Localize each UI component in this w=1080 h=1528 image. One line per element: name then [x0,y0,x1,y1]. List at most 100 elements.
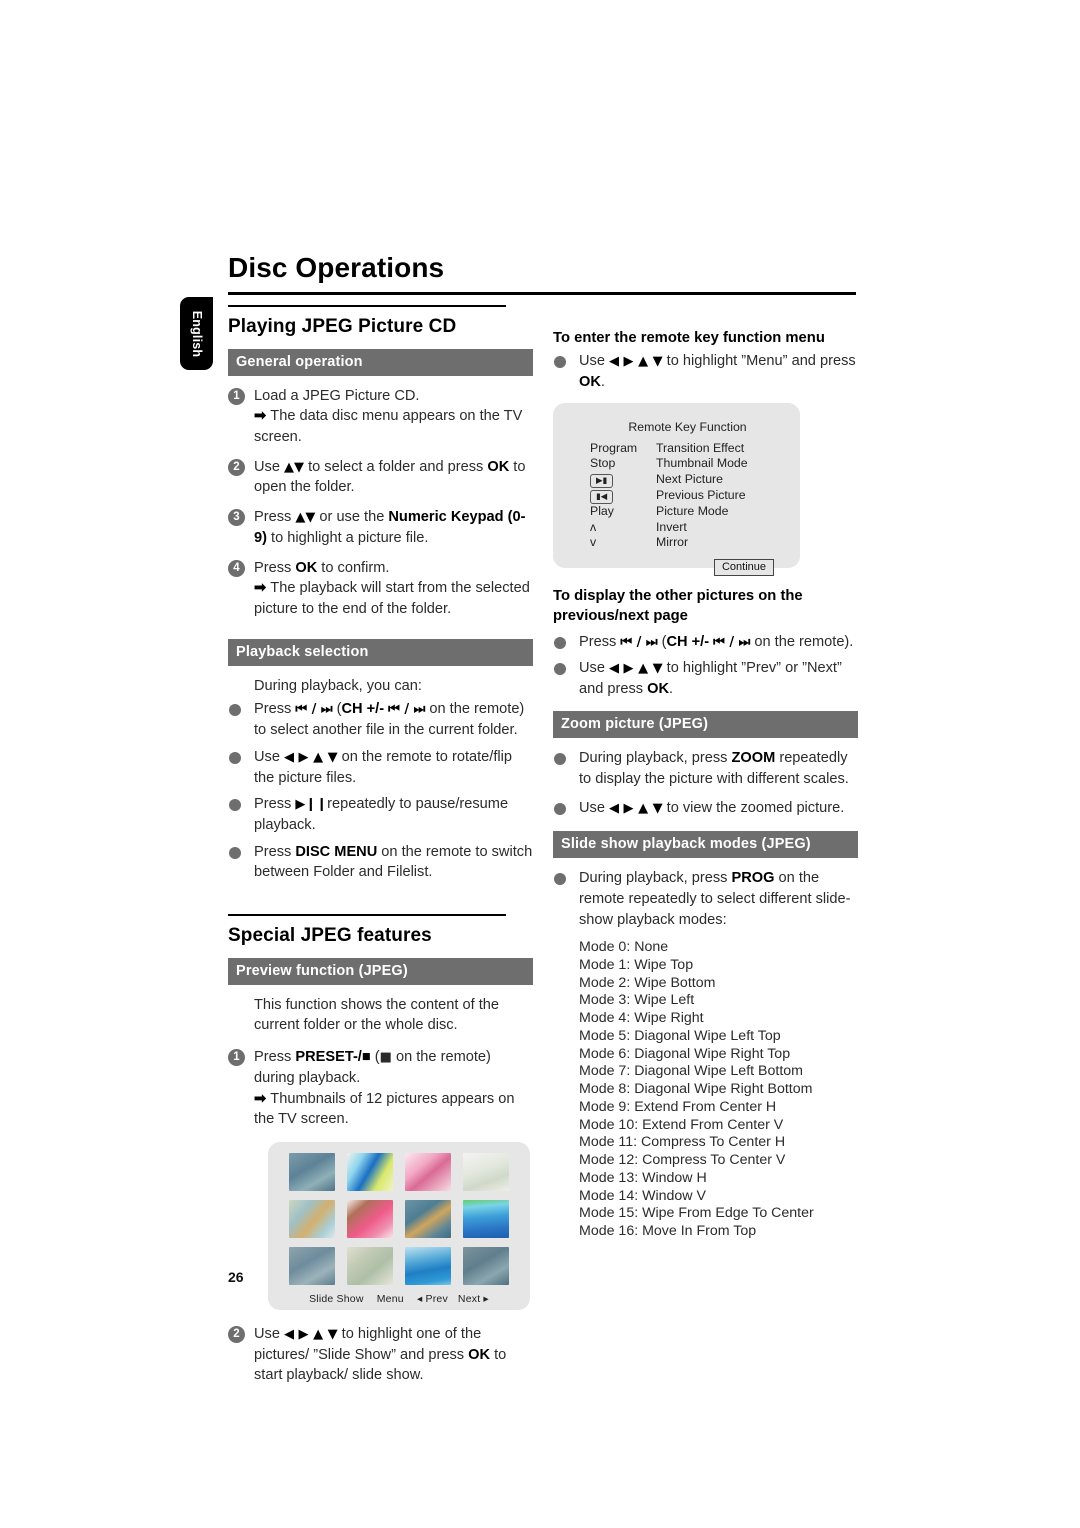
step-4: 4 Press OK to confirm. ➡ The playback wi… [228,558,533,620]
bullet-icon [554,752,566,765]
zoom-bullet-1: During playback, press ZOOM repeatedly t… [553,748,858,789]
thumbnail-item[interactable] [463,1152,509,1191]
step-3: 3 Press ▲▼ or use the Numeric Keypad (0-… [228,507,533,548]
page-number: 26 [228,1269,244,1285]
remote-key-value: Invert [656,519,687,534]
remote-key-name: Play [590,504,614,519]
left-column: Playing JPEG Picture CD General operatio… [228,305,533,1395]
thumbnail-preview-panel: Slide Show Menu ◂ Prev Next ▸ [268,1141,530,1310]
section-rule [228,914,506,916]
thumbnail-item[interactable] [347,1246,393,1285]
bar-zoom-picture: Zoom picture (JPEG) [553,710,858,738]
remote-key-value: Previous Picture [656,488,746,503]
slide-show-button[interactable]: Slide Show [309,1293,364,1305]
bullet-icon [229,799,241,812]
bullet-icon [554,663,566,676]
thumbnail-item[interactable] [289,1246,335,1285]
step-1: 1 Load a JPEG Picture CD. ➡ The data dis… [228,386,533,448]
bullet-icon [229,704,241,717]
mode-item: Mode 13: Window H [579,1169,707,1186]
bullet-icon [554,873,566,886]
playback-bullet-3: Press ▶❙❙repeatedly to pause/resume play… [228,794,533,835]
remote-key-name: v [590,535,597,550]
remote-key-row: ▶▮ Next Picture [553,472,800,489]
heading-other-pictures: To display the other pictures on the pre… [553,587,803,624]
mode-item: Mode 16: Move In From Top [579,1223,757,1240]
bullet-icon [554,636,566,649]
remote-key-name: ʌ [590,519,597,534]
remote-key-row: ▮◀ Previous Picture [553,488,800,505]
mode-item: Mode 0: None [579,939,669,956]
section-title-playing-jpeg: Playing JPEG Picture CD [228,315,457,337]
thumbnail-item[interactable] [405,1152,451,1191]
zoom-bullet-2: Use ◀ ▶ ▲ ▼ to view the zoomed picture. [553,798,858,819]
preview-intro: This function shows the content of the c… [254,996,499,1034]
other-pictures-bullet-2: Use ◀ ▶ ▲ ▼ to highlight ”Prev” or ”Next… [553,658,858,699]
remote-key-value: Next Picture [656,472,723,487]
step-text: Load a JPEG Picture CD. [254,387,420,404]
remote-key-row: Program Transition Effect [553,441,800,457]
mode-item: Mode 2: Wipe Bottom [579,974,716,991]
section-title-special-jpeg: Special JPEG features [228,924,432,946]
mode-item: Mode 6: Diagonal Wipe Right Top [579,1045,791,1062]
step-arrow-note: ➡ The playback will start from the selec… [254,580,530,617]
thumbnail-item[interactable] [463,1246,509,1285]
remote-key-row: Stop Thumbnail Mode [553,456,800,472]
mode-item: Mode 15: Wipe From Edge To Center [579,1205,814,1222]
playback-bullet-1: Press ⏮ / ⏭ (CH +/- ⏮ / ⏭ on the remote)… [228,699,533,740]
bar-slideshow-modes: Slide show playback modes (JPEG) [553,831,858,859]
page-title: Disc Operations [228,252,445,283]
playback-bullet-2: Use ◀ ▶ ▲ ▼ on the remote to rotate/flip… [228,747,533,788]
preview-step-1: 1 Press PRESET-/■ (■ on the remote) duri… [228,1047,533,1130]
bullet-icon [229,751,241,764]
remote-key-name: Program [590,440,638,455]
bar-preview-function: Preview function (JPEG) [228,957,533,985]
slideshow-mode-list: Mode 0: None Mode 1: Wipe Top Mode 2: Wi… [553,939,858,1241]
section-rule [228,305,506,307]
menu-button[interactable]: Menu [377,1293,404,1305]
mode-item: Mode 4: Wipe Right [579,1010,704,1027]
mode-item: Mode 12: Compress To Center V [579,1152,786,1169]
thumbnail-item[interactable] [405,1199,451,1238]
thumbnail-item[interactable] [289,1152,335,1191]
mode-item: Mode 10: Extend From Center V [579,1116,784,1133]
header-rule [228,292,856,295]
thumbnail-item[interactable] [289,1199,335,1238]
mode-item: Mode 7: Diagonal Wipe Left Bottom [579,1063,803,1080]
mode-item: Mode 11: Compress To Center H [579,1134,786,1151]
thumbnail-item[interactable] [347,1152,393,1191]
next-picture-key-icon: ▶▮ [590,474,614,489]
remote-key-row: Play Picture Mode [553,504,800,520]
step-number: 1 [228,1049,245,1067]
mode-item: Mode 5: Diagonal Wipe Left Top [579,1027,781,1044]
next-button[interactable]: Next ▸ [458,1293,489,1305]
mode-item: Mode 9: Extend From Center H [579,1098,777,1115]
remote-key-value: Transition Effect [656,440,745,455]
prev-button[interactable]: ◂ Prev [417,1293,448,1305]
continue-button[interactable]: Continue [713,559,774,577]
remote-key-value: Thumbnail Mode [656,456,748,471]
remote-key-name: Stop [590,456,616,471]
remote-key-name: ▮◀ [590,488,656,505]
step-arrow-note: ➡ The data disc menu appears on the TV s… [254,408,523,445]
previous-picture-key-icon: ▮◀ [590,490,614,505]
step-number: 3 [228,509,245,527]
thumbnail-grid [268,1152,530,1285]
thumbnail-item[interactable] [405,1246,451,1285]
step-arrow-note: ➡ Thumbnails of 12 pictures appears on t… [254,1090,515,1128]
thumbnail-item[interactable] [463,1199,509,1238]
thumbnail-item[interactable] [347,1199,393,1238]
playback-intro: During playback, you can: [254,677,422,694]
bullet-icon [554,356,566,369]
step-number: 2 [228,458,245,476]
remote-key-value: Picture Mode [656,504,729,519]
mode-item: Mode 14: Window V [579,1187,706,1204]
right-column: To enter the remote key function menu Us… [553,328,858,1241]
bar-general-operation: General operation [228,348,533,376]
step-number: 2 [228,1325,245,1343]
heading-remote-key-menu: To enter the remote key function menu [553,330,825,346]
remote-key-value: Mirror [656,535,689,550]
mode-item: Mode 8: Diagonal Wipe Right Bottom [579,1081,813,1098]
remote-key-function-title: Remote Key Function [628,419,747,434]
manual-page: Disc Operations English Playing JPEG Pic… [0,0,1080,1528]
